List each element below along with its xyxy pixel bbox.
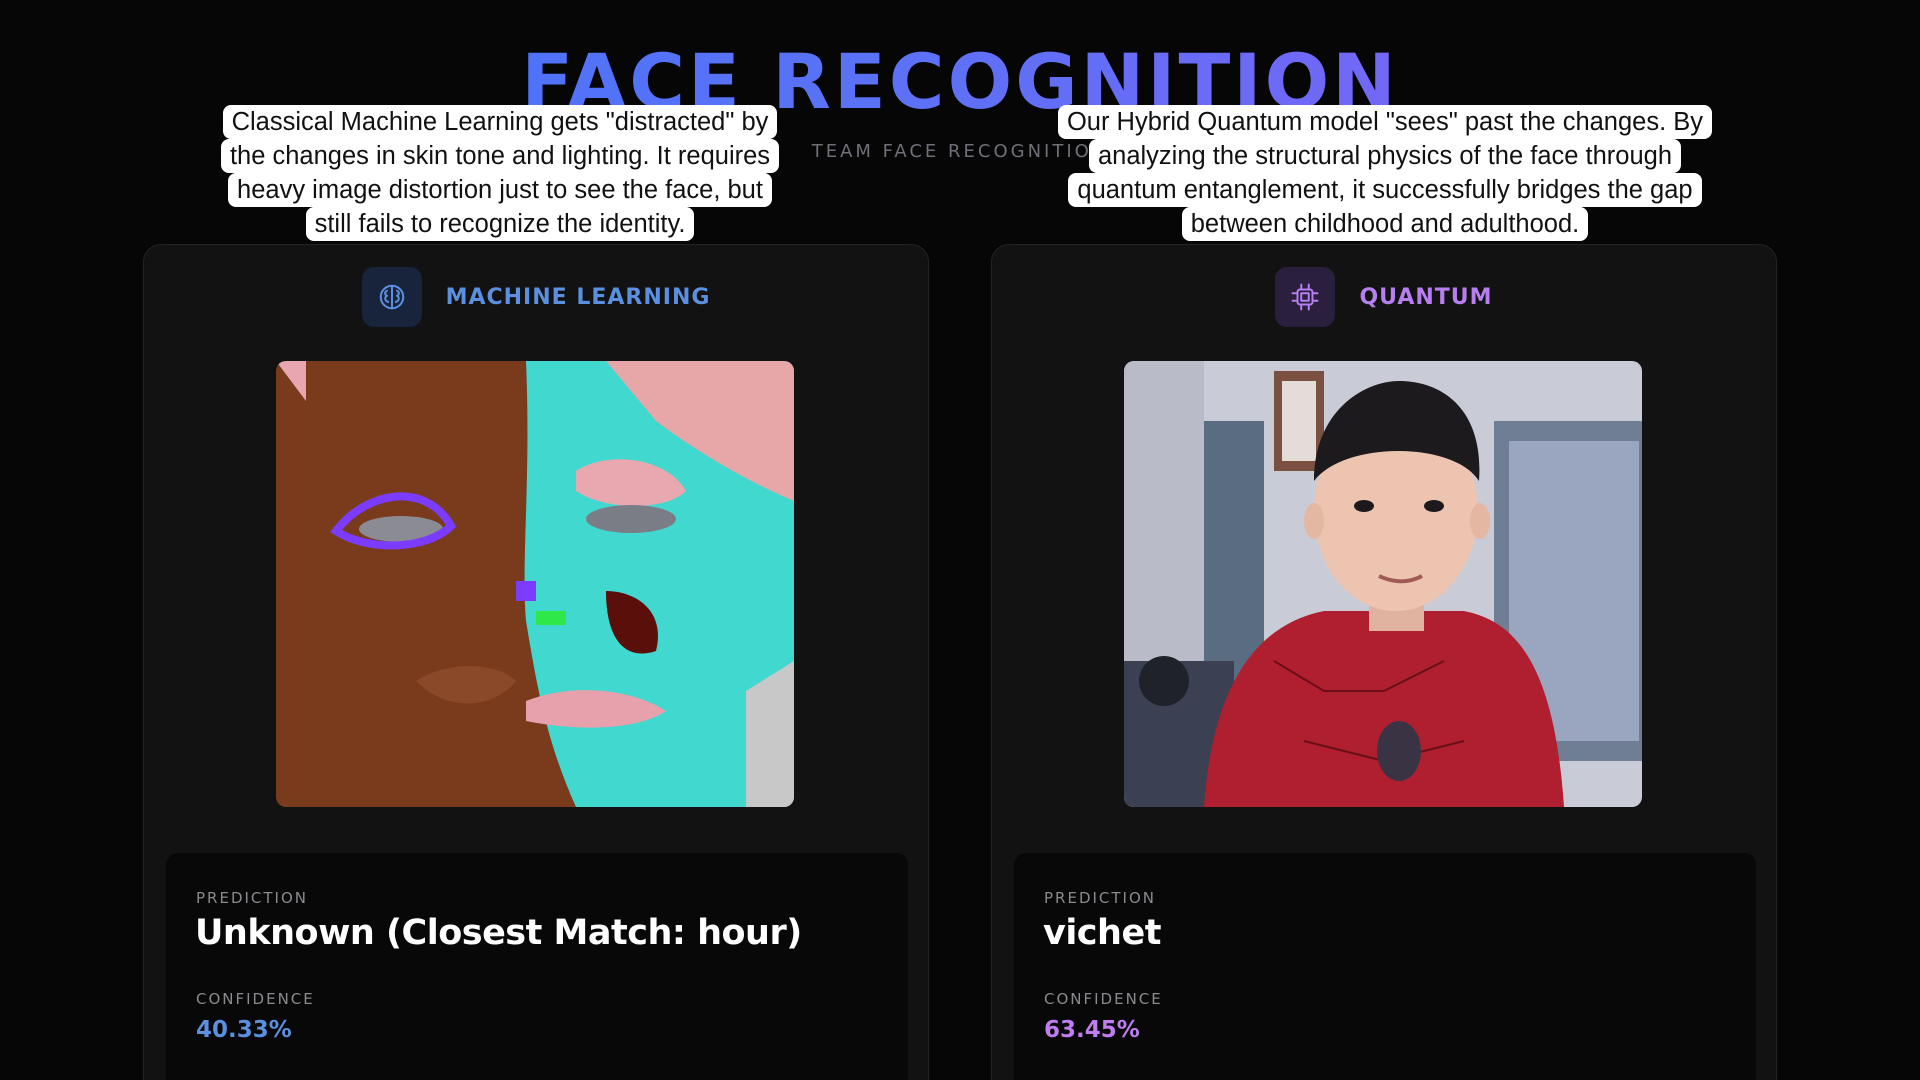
cpu-chip-icon: [1275, 267, 1336, 327]
quantum-face-image: [1124, 361, 1642, 807]
quantum-caption-line: Our Hybrid Quantum model "sees" past the…: [1057, 105, 1713, 139]
quantum-panel: QUANTUM PREDICTION vichet CONFIDENCE 63.…: [991, 244, 1777, 1080]
quantum-panel-header: QUANTUM: [992, 267, 1776, 327]
quantum-caption-line: quantum entanglement, it successfully br…: [1068, 173, 1702, 207]
ml-confidence-label: CONFIDENCE: [196, 990, 315, 1008]
ml-caption-line: Classical Machine Learning gets "distrac…: [222, 105, 778, 139]
quantum-panel-title: QUANTUM: [1359, 284, 1493, 310]
quantum-prediction-label: PREDICTION: [1044, 889, 1157, 907]
page: FACE RECOGNITION TEAM FACE RECOGNITION M…: [0, 0, 1920, 1080]
ml-caption-line: the changes in skin tone and lighting. I…: [220, 139, 780, 173]
quantum-prediction-value: vichet: [1043, 913, 1161, 953]
ml-panel: MACHINE LEARNING PREDICTION Unknown (Clo…: [143, 244, 929, 1080]
ml-caption-line: heavy image distortion just to see the f…: [228, 173, 772, 207]
quantum-confidence-value: 63.45%: [1044, 1017, 1140, 1043]
ml-confidence-value: 40.33%: [196, 1017, 292, 1043]
ml-panel-header: MACHINE LEARNING: [144, 267, 928, 327]
quantum-caption: Our Hybrid Quantum model "sees" past the…: [1050, 105, 1720, 241]
quantum-caption-line: between childhood and adulthood.: [1181, 207, 1589, 241]
brain-icon: [361, 267, 422, 327]
ml-distorted-face-image: [276, 361, 794, 807]
ml-panel-title: MACHINE LEARNING: [445, 284, 711, 310]
quantum-confidence-label: CONFIDENCE: [1044, 990, 1163, 1008]
ml-caption-line: still fails to recognize the identity.: [305, 207, 695, 241]
ml-result-box: PREDICTION Unknown (Closest Match: hour)…: [166, 853, 908, 1080]
ml-caption: Classical Machine Learning gets "distrac…: [205, 105, 795, 241]
ml-prediction-value: Unknown (Closest Match: hour): [195, 913, 802, 953]
quantum-caption-line: analyzing the structural physics of the …: [1088, 139, 1682, 173]
ml-prediction-label: PREDICTION: [196, 889, 309, 907]
quantum-result-box: PREDICTION vichet CONFIDENCE 63.45%: [1014, 853, 1756, 1080]
